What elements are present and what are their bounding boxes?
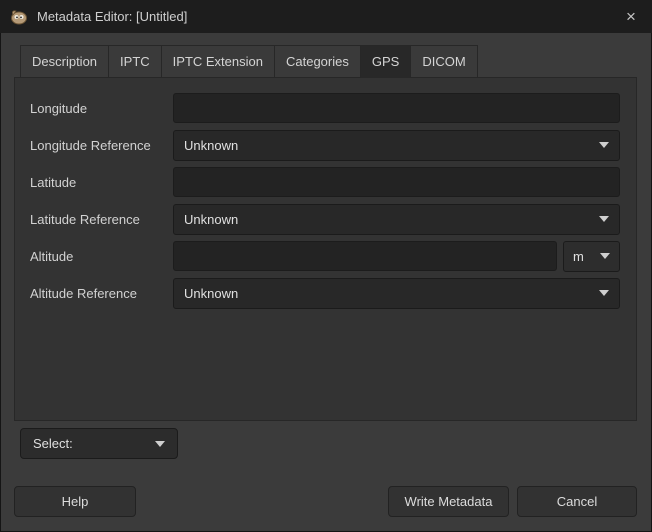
dropdown-value: Unknown <box>184 212 238 227</box>
select-dropdown-label: Select: <box>33 436 73 451</box>
longitude-reference-label: Longitude Reference <box>30 138 173 153</box>
longitude-label: Longitude <box>30 101 173 116</box>
window-title: Metadata Editor: [Untitled] <box>37 9 187 24</box>
altitude-label: Altitude <box>30 249 173 264</box>
latitude-label: Latitude <box>30 175 173 190</box>
write-metadata-button[interactable]: Write Metadata <box>388 486 509 517</box>
altitude-reference-dropdown[interactable]: Unknown <box>173 278 620 309</box>
titlebar: Metadata Editor: [Untitled] × <box>0 0 652 33</box>
tab-gps[interactable]: GPS <box>360 45 411 78</box>
gimp-app-icon <box>10 9 28 25</box>
close-icon[interactable]: × <box>620 8 642 25</box>
chevron-down-icon <box>600 253 610 259</box>
help-button-label: Help <box>62 494 89 509</box>
metadata-editor-dialog: Metadata Editor: [Untitled] × Descriptio… <box>0 0 652 532</box>
field-row-latitude-reference: Latitude Reference Unknown <box>30 204 620 234</box>
field-row-latitude: Latitude <box>30 167 620 197</box>
latitude-input[interactable] <box>173 167 620 197</box>
chevron-down-icon <box>599 216 609 222</box>
tab-label: Description <box>32 54 97 69</box>
chevron-down-icon <box>155 441 165 447</box>
tab-label: IPTC <box>120 54 150 69</box>
chevron-down-icon <box>599 290 609 296</box>
cancel-button[interactable]: Cancel <box>517 486 637 517</box>
dropdown-value: Unknown <box>184 138 238 153</box>
latitude-reference-label: Latitude Reference <box>30 212 173 227</box>
field-row-altitude-reference: Altitude Reference Unknown <box>30 278 620 308</box>
help-button[interactable]: Help <box>14 486 136 517</box>
tab-bar: Description IPTC IPTC Extension Categori… <box>20 45 637 77</box>
field-row-altitude: Altitude m <box>30 241 620 271</box>
latitude-reference-dropdown[interactable]: Unknown <box>173 204 620 235</box>
dropdown-value: Unknown <box>184 286 238 301</box>
tab-label: IPTC Extension <box>173 54 263 69</box>
tab-iptc-extension[interactable]: IPTC Extension <box>161 45 275 77</box>
cancel-button-label: Cancel <box>557 494 597 509</box>
tab-iptc[interactable]: IPTC <box>108 45 162 77</box>
altitude-reference-label: Altitude Reference <box>30 286 173 301</box>
longitude-input[interactable] <box>173 93 620 123</box>
field-row-longitude: Longitude <box>30 93 620 123</box>
tab-categories[interactable]: Categories <box>274 45 361 77</box>
unit-value: m <box>573 249 584 264</box>
select-dropdown[interactable]: Select: <box>20 428 178 459</box>
tab-label: GPS <box>372 54 399 69</box>
tab-label: DICOM <box>422 54 465 69</box>
gps-tab-panel: Longitude Longitude Reference Unknown La… <box>14 77 637 421</box>
tab-description[interactable]: Description <box>20 45 109 77</box>
altitude-unit-dropdown[interactable]: m <box>563 241 620 272</box>
write-metadata-button-label: Write Metadata <box>405 494 493 509</box>
tab-dicom[interactable]: DICOM <box>410 45 477 77</box>
metadata-notebook: Description IPTC IPTC Extension Categori… <box>14 45 637 421</box>
field-row-longitude-reference: Longitude Reference Unknown <box>30 130 620 160</box>
altitude-input[interactable] <box>173 241 557 271</box>
chevron-down-icon <box>599 142 609 148</box>
longitude-reference-dropdown[interactable]: Unknown <box>173 130 620 161</box>
tab-label: Categories <box>286 54 349 69</box>
